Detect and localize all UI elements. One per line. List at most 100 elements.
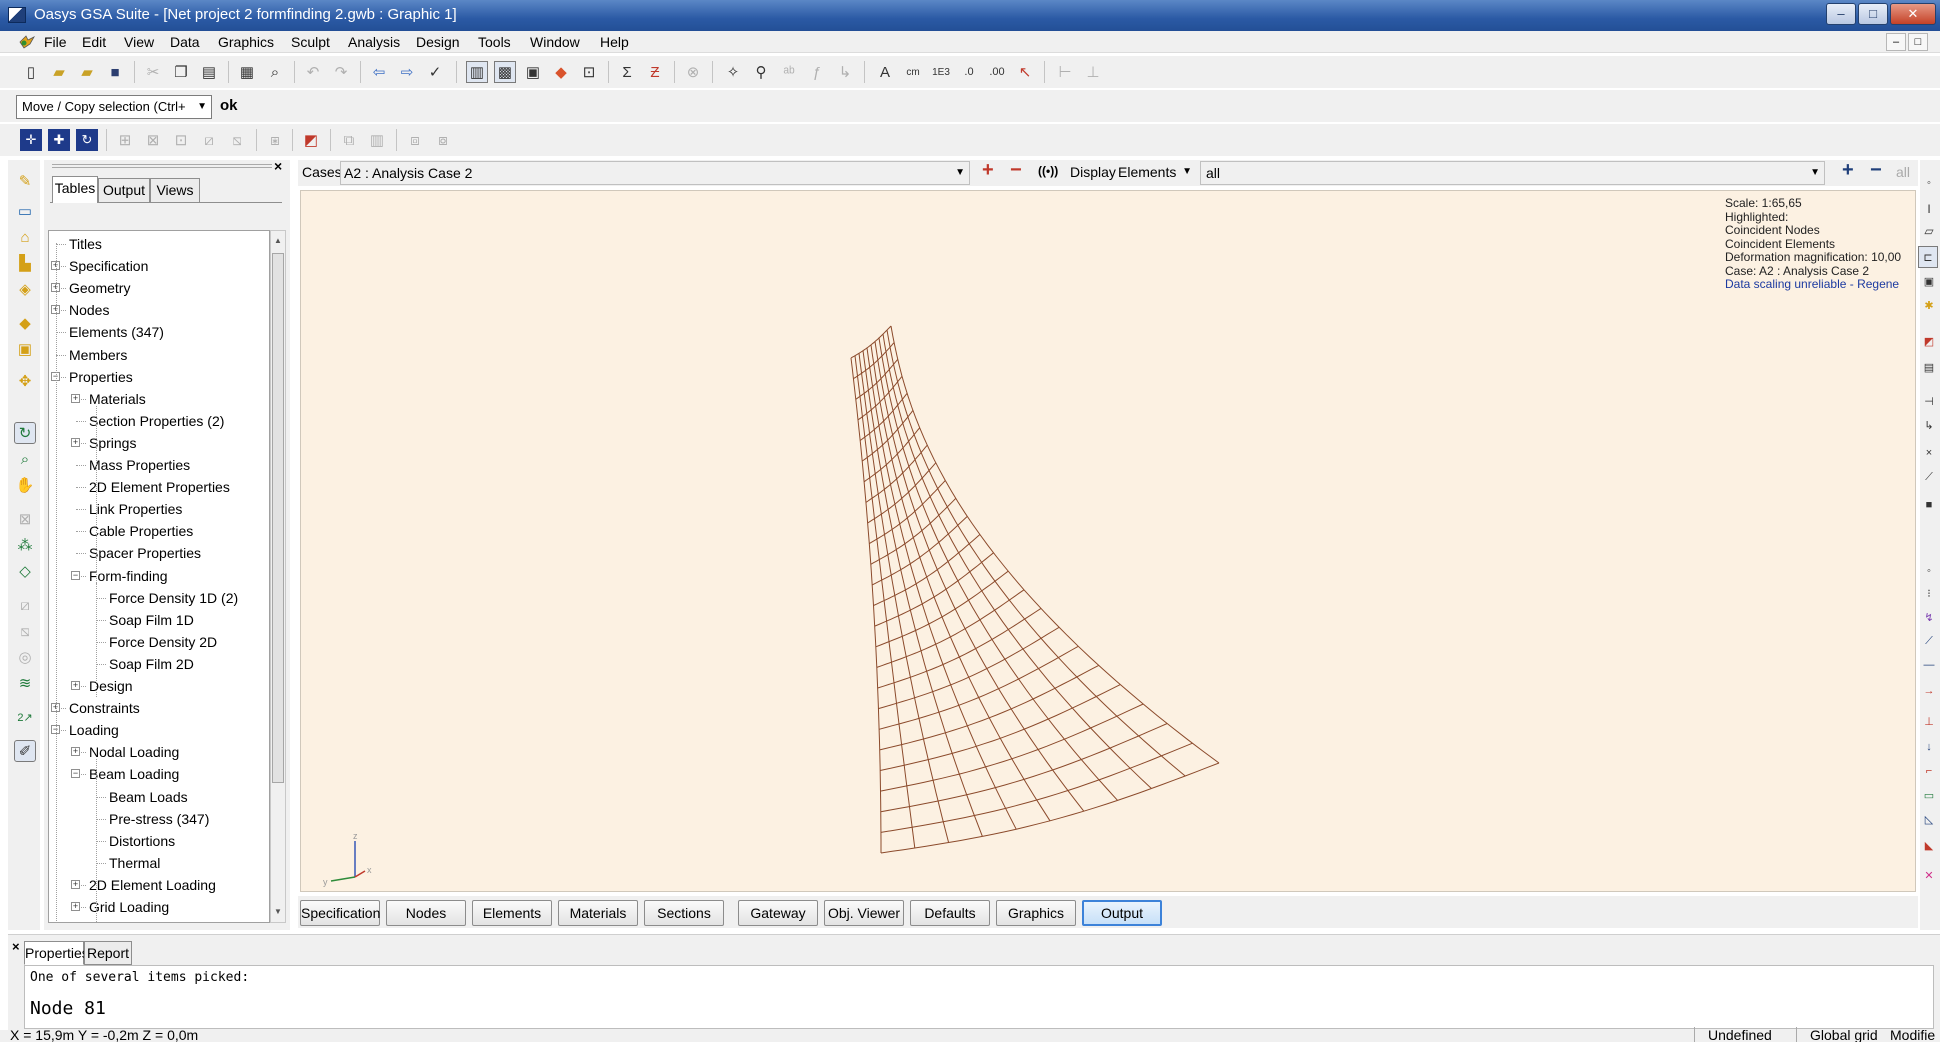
graphics-view-button[interactable]: Graphics <box>996 900 1076 926</box>
mesh-ring-line[interactable] <box>875 570 1009 648</box>
right-tool-21-icon[interactable]: ↓ <box>1918 736 1940 758</box>
gateway-icon[interactable]: ◆ <box>550 61 572 83</box>
graphic-view[interactable]: Scale: 1:65,65 Highlighted: Coincident N… <box>300 190 1916 892</box>
minimize-button[interactable]: – <box>1826 3 1856 25</box>
tree-item[interactable]: Soap Film 1D <box>109 609 194 631</box>
forward-icon[interactable]: ⇨ <box>396 61 418 83</box>
building-icon[interactable]: ▙ <box>14 252 36 274</box>
function-icon[interactable]: ƒ <box>806 61 828 83</box>
tree-item[interactable]: Geometry <box>69 277 130 299</box>
tree-item[interactable]: Nodal Loading <box>89 741 179 763</box>
sum-icon[interactable]: Σ <box>616 61 638 83</box>
row-height-icon[interactable]: ⊥ <box>1082 61 1104 83</box>
tree-item[interactable]: Properties <box>69 366 133 388</box>
right-tool-1-icon[interactable]: ◦ <box>1918 172 1940 194</box>
sections-view-button[interactable]: Sections <box>644 900 724 926</box>
mesh-ring-line[interactable] <box>879 664 1099 751</box>
view-tool-3-icon[interactable]: ⧅ <box>14 620 36 642</box>
pencil-icon[interactable]: ✎ <box>14 170 36 192</box>
table-view-icon[interactable]: ▥ <box>466 61 488 83</box>
column-width-icon[interactable]: ⊢ <box>1054 61 1076 83</box>
pick-icon[interactable]: ↖ <box>1014 61 1036 83</box>
tree-item[interactable]: Pre-stress (347) <box>109 808 209 830</box>
menu-data[interactable]: Data <box>170 34 200 50</box>
specification-view-button[interactable]: Specification <box>300 900 380 926</box>
mdi-restore-button[interactable]: □ <box>1908 33 1928 51</box>
view-tool-2-icon[interactable]: ⧄ <box>14 594 36 616</box>
view-tool-4-icon[interactable]: ◎ <box>14 646 36 668</box>
tree-item[interactable]: Force Density 2D <box>109 631 217 653</box>
mesh-ring-line[interactable] <box>878 626 1060 710</box>
exponent-icon[interactable]: 1E3 <box>930 61 952 83</box>
right-tool-25-icon[interactable]: ◣ <box>1918 834 1940 856</box>
cut-icon[interactable]: ✂ <box>142 61 164 83</box>
grid-tool-1-icon[interactable]: ⊞ <box>114 129 136 151</box>
tree-item[interactable]: Distortions <box>109 830 175 852</box>
tree-item[interactable]: Materials <box>89 388 146 410</box>
grid-tool-7-icon[interactable]: ⧉ <box>338 129 360 151</box>
nodes-icon[interactable]: ⁂ <box>14 534 36 556</box>
materials-view-button[interactable]: Materials <box>558 900 638 926</box>
close-properties-icon[interactable]: × <box>12 939 20 954</box>
mesh-ring-line[interactable] <box>873 534 981 606</box>
scroll-down-icon[interactable]: ▼ <box>272 904 284 920</box>
expand-icon[interactable]: + <box>71 437 80 447</box>
save-icon[interactable]: ■ <box>104 61 126 83</box>
view-tool-1-icon[interactable]: ⊠ <box>14 508 36 530</box>
delete-results-icon[interactable]: Ƶ <box>644 61 666 83</box>
expand-icon[interactable]: + <box>71 681 80 690</box>
grid-tool-5-icon[interactable]: ⧅ <box>226 129 248 151</box>
display-select[interactable]: Elements ▼ <box>1118 161 1196 185</box>
open-icon[interactable]: ▰ <box>76 61 98 83</box>
grid-tool-6-icon[interactable]: ⧆ <box>264 129 286 151</box>
mesh-meridian-line[interactable] <box>886 330 1186 777</box>
new-file-icon[interactable]: ▯ <box>20 61 42 83</box>
tree-item[interactable]: Grid Loading <box>89 896 169 918</box>
collapse-icon[interactable]: − <box>71 769 80 779</box>
expand-icon[interactable]: + <box>71 879 80 889</box>
right-tool-2-icon[interactable]: I <box>1918 198 1940 220</box>
tree-item[interactable]: Gravity Loading <box>89 918 187 922</box>
rotate-icon[interactable]: ↻ <box>14 422 36 444</box>
right-tool-8-icon[interactable]: ▤ <box>1918 356 1940 378</box>
menu-window[interactable]: Window <box>530 34 580 50</box>
tree-item[interactable]: Specification <box>69 255 148 277</box>
right-tool-11-icon[interactable]: × <box>1918 442 1940 464</box>
label-icon[interactable]: 2↗ <box>14 706 36 728</box>
mesh-meridian-line[interactable] <box>850 357 882 853</box>
tree-item[interactable]: Loading <box>69 719 119 741</box>
close-panel-icon[interactable]: × <box>274 158 282 174</box>
output-view-icon[interactable]: ▣ <box>522 61 544 83</box>
tab-views[interactable]: Views <box>150 178 200 202</box>
cube-icon[interactable]: ◈ <box>14 278 36 300</box>
filter-select[interactable]: all ▼ <box>1200 161 1825 185</box>
right-tool-12-icon[interactable]: ⟋ <box>1918 466 1940 488</box>
form-found-mesh[interactable] <box>301 191 1916 892</box>
sort-icon[interactable]: ↳ <box>834 61 856 83</box>
tree-item[interactable]: Thermal <box>109 852 160 874</box>
add-node-icon[interactable]: ✛ <box>20 129 42 151</box>
ok-button[interactable]: ok <box>220 97 238 114</box>
plane-icon[interactable]: ◇ <box>14 560 36 582</box>
select-icon[interactable]: ✥ <box>14 370 36 392</box>
tree-item[interactable]: Force Density 1D (2) <box>109 587 238 609</box>
expand-icon[interactable]: + <box>71 902 80 911</box>
move-copy-selection-combo[interactable]: Move / Copy selection (Ctrl+ ▼ <box>16 95 212 119</box>
right-tool-20-icon[interactable]: ⊥ <box>1918 710 1940 732</box>
refresh-icon[interactable]: ↻ <box>76 129 98 151</box>
animate-icon[interactable]: ((•)) <box>1038 164 1058 178</box>
check-icon[interactable]: ✓ <box>424 61 446 83</box>
graphic-view-icon[interactable]: ▩ <box>494 61 516 83</box>
grid-tool-3-icon[interactable]: ⊡ <box>170 129 192 151</box>
font-icon[interactable]: A <box>874 61 896 83</box>
right-tool-13-icon[interactable]: ■ <box>1918 494 1940 516</box>
right-tool-10-icon[interactable]: ↳ <box>1918 414 1940 436</box>
tree-item[interactable]: Section Properties (2) <box>89 410 224 432</box>
tree-item[interactable]: Titles <box>69 233 102 255</box>
maximize-button[interactable]: □ <box>1858 3 1888 25</box>
tab-properties[interactable]: Properties <box>24 941 89 965</box>
contour-icon[interactable]: ◩ <box>300 129 322 151</box>
open-folder-icon[interactable]: ▰ <box>48 61 70 83</box>
paste-icon[interactable]: ▤ <box>198 61 220 83</box>
zoom-icon[interactable]: ⌕ <box>14 448 36 470</box>
